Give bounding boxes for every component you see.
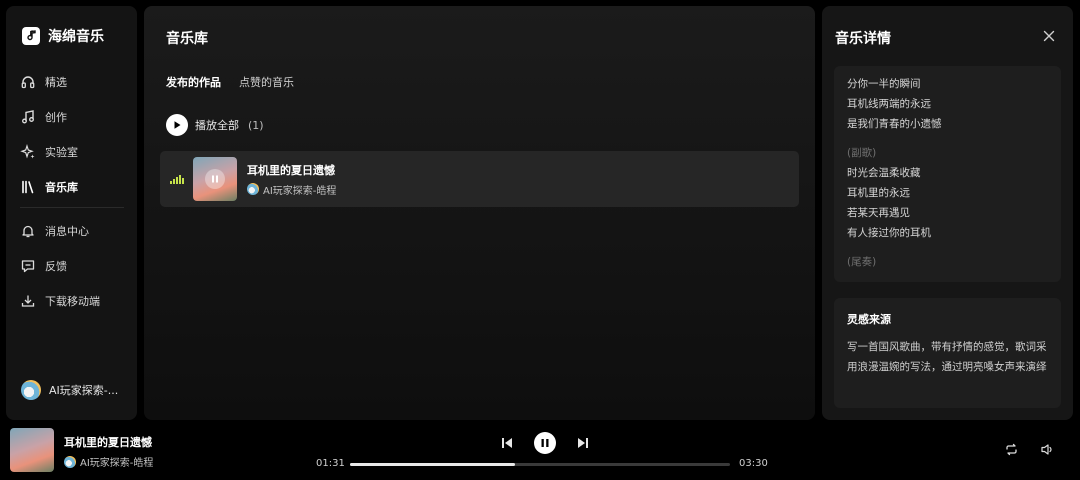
lyric-section-label: (尾奏) [847, 256, 877, 268]
next-icon[interactable] [576, 436, 590, 450]
player-track-title[interactable]: 耳机里的夏日遗憾 [64, 434, 152, 450]
player-artist-name: AI玩家探索-皓程 [80, 458, 154, 469]
tab-bar: 发布的作品 点赞的音乐 [166, 74, 294, 90]
track-title[interactable]: 耳机里的夏日遗憾 [247, 162, 336, 178]
sidebar-item-feedback[interactable]: 反馈 [20, 248, 100, 283]
download-icon [21, 295, 35, 307]
lyric-line: 若某天再遇见 [847, 207, 910, 219]
track-cover[interactable] [193, 157, 237, 201]
detail-panel: 音乐详情 分你一半的瞬间 耳机线两端的永远 是我们青春的小遗憾 (副歌) 时光会温柔收藏… [822, 6, 1073, 420]
sidebar-item-label: 下载移动端 [45, 294, 100, 308]
user-profile[interactable]: AI玩家探索-... [21, 380, 118, 400]
sidebar-item-label: 创作 [45, 110, 67, 124]
sidebar: 海绵音乐 精选 创作 实验室 音乐库 消息中心 反馈 下载移动端 AI玩家探索-… [6, 6, 137, 420]
player-track-artist[interactable]: AI玩家探索-皓程 [64, 454, 153, 469]
lyrics-box: 分你一半的瞬间 耳机线两端的永远 是我们青春的小遗憾 (副歌) 时光会温柔收藏 耳机里的永… [834, 66, 1061, 282]
player-bar: 耳机里的夏日遗憾 AI玩家探索-皓程 01:31 03:30 [0, 424, 1080, 480]
player-cover[interactable] [10, 428, 54, 472]
previous-icon[interactable] [500, 436, 514, 450]
sidebar-item-featured[interactable]: 精选 [20, 64, 78, 99]
progress-bar[interactable] [350, 463, 730, 466]
brand[interactable]: 海绵音乐 [22, 26, 104, 46]
lyric-line: 时光会温柔收藏 [847, 167, 921, 179]
lyric-line: 耳机线两端的永远 [847, 98, 931, 110]
inspiration-text: 写一首国风歌曲，带有抒情的感觉，歌词采用浪漫温婉的写法，通过明亮嗓女声来演绎 [847, 341, 1047, 373]
track-artist[interactable]: AI玩家探索-皓程 [247, 182, 336, 197]
sidebar-divider [20, 207, 124, 208]
sidebar-item-label: 实验室 [45, 145, 78, 159]
lyric-section-label: (副歌) [847, 147, 877, 159]
user-name: AI玩家探索-... [49, 384, 119, 397]
avatar [64, 455, 76, 468]
play-all-label: 播放全部 [195, 119, 239, 132]
lyric-line: 分你一半的瞬间 [847, 78, 921, 90]
main-panel: 音乐库 发布的作品 点赞的音乐 播放全部 (1) 耳机里的夏日遗憾 AI玩家探索… [144, 6, 815, 420]
repeat-icon[interactable] [1004, 442, 1019, 461]
pause-overlay-icon[interactable] [205, 169, 225, 189]
music-logo-icon [22, 27, 40, 45]
progress-fill [350, 463, 515, 466]
avatar [21, 380, 41, 400]
sidebar-item-download[interactable]: 下载移动端 [20, 283, 100, 318]
close-icon[interactable] [1043, 27, 1055, 46]
lyric-line: 有人接过你的耳机 [847, 227, 931, 239]
pause-icon[interactable] [534, 432, 556, 454]
sidebar-item-create[interactable]: 创作 [20, 99, 78, 134]
track-info: 耳机里的夏日遗憾 AI玩家探索-皓程 [247, 162, 336, 197]
nav-secondary: 消息中心 反馈 下载移动端 [20, 213, 100, 318]
inspiration-box: 灵感来源 写一首国风歌曲，带有抒情的感觉，歌词采用浪漫温婉的写法，通过明亮嗓女声… [834, 298, 1061, 408]
sidebar-item-label: 反馈 [45, 259, 67, 273]
table-row[interactable]: 耳机里的夏日遗憾 AI玩家探索-皓程 [160, 151, 799, 207]
play-all-count: (1) [248, 118, 264, 132]
lyric-line: 是我们青春的小遗憾 [847, 118, 942, 130]
headphones-icon [21, 75, 35, 88]
volume-icon[interactable] [1040, 442, 1055, 461]
lyric-line: 耳机里的永远 [847, 187, 910, 199]
library-icon [22, 180, 34, 193]
inspiration-title: 灵感来源 [847, 313, 891, 326]
sidebar-item-messages[interactable]: 消息中心 [20, 213, 100, 248]
nav-primary: 精选 创作 实验室 音乐库 [20, 64, 78, 204]
lyric-gap [847, 243, 1048, 252]
sidebar-item-lab[interactable]: 实验室 [20, 134, 78, 169]
total-time: 03:30 [739, 458, 768, 469]
tab-published[interactable]: 发布的作品 [166, 74, 221, 90]
tab-liked[interactable]: 点赞的音乐 [239, 74, 294, 90]
sidebar-item-label: 消息中心 [45, 224, 89, 238]
sidebar-item-label: 音乐库 [45, 180, 78, 194]
sparkle-icon [20, 143, 35, 159]
feedback-icon [21, 259, 35, 272]
play-all-button[interactable]: 播放全部 (1) [166, 114, 264, 136]
current-time: 01:31 [316, 458, 345, 469]
track-artist-name: AI玩家探索-皓程 [263, 185, 337, 197]
sidebar-item-library[interactable]: 音乐库 [20, 169, 78, 204]
playback-controls [500, 432, 590, 454]
sidebar-item-label: 精选 [45, 75, 67, 89]
brand-name: 海绵音乐 [48, 29, 104, 45]
avatar [247, 183, 259, 195]
play-icon [166, 114, 188, 136]
detail-title: 音乐详情 [835, 31, 891, 47]
bell-icon [22, 225, 34, 237]
lyric-gap [847, 134, 1048, 143]
music-note-icon [22, 109, 34, 123]
equalizer-icon [160, 174, 193, 184]
page-title: 音乐库 [166, 31, 208, 47]
